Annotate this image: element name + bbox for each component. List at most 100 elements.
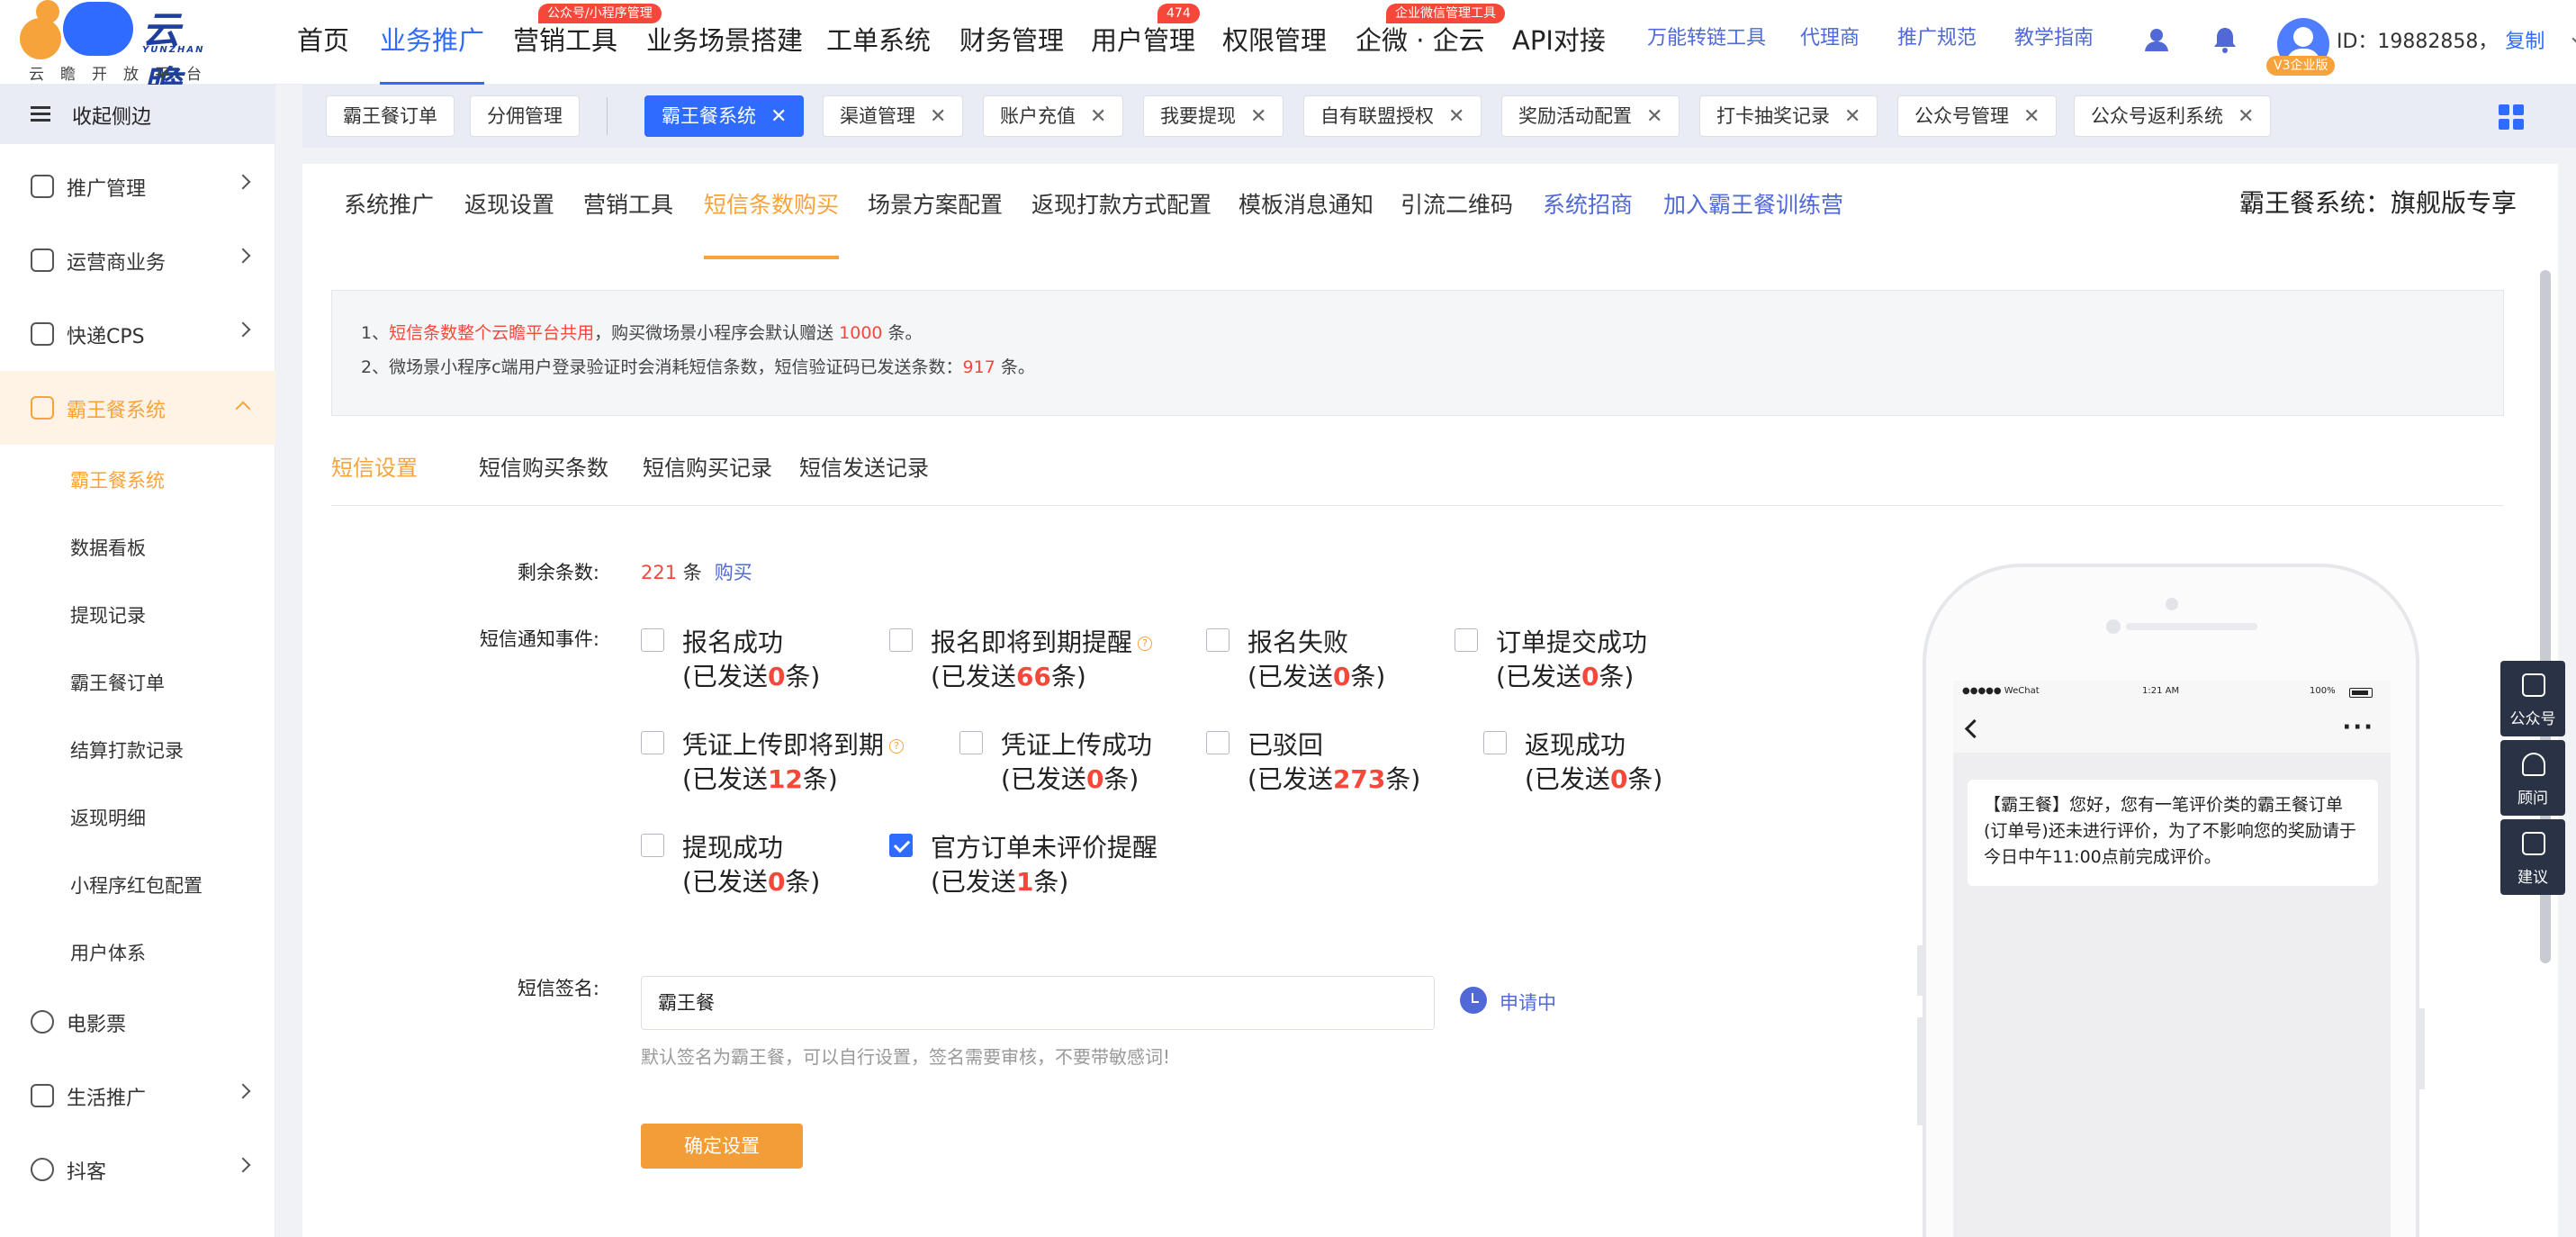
page-tab-recharge[interactable]: 账户充值 ✕ [983, 95, 1124, 137]
page-tab-reward-config[interactable]: 奖励活动配置 ✕ [1501, 95, 1680, 137]
checkbox[interactable] [641, 834, 664, 857]
checkbox[interactable] [1206, 628, 1229, 652]
close-icon[interactable]: ✕ [1646, 97, 1662, 137]
checkbox[interactable] [889, 628, 913, 652]
subnav-tutorial[interactable]: 教学指南 [2014, 0, 2094, 81]
collapse-sidebar-button[interactable]: 收起侧边 [0, 85, 275, 144]
sidebar-item-life[interactable]: 生活推广 [0, 1059, 275, 1133]
checkbox[interactable] [1455, 628, 1478, 652]
checkbox[interactable] [1206, 731, 1229, 754]
sidebar-item-express[interactable]: 快递CPS [0, 297, 275, 371]
signature-label: 短信签名: [517, 978, 599, 999]
more-dots-icon: ··· [2342, 714, 2374, 741]
close-icon[interactable]: ✕ [930, 97, 946, 137]
tab-template-message[interactable]: 模板消息通知 [1238, 187, 1374, 259]
tab-system-promotion[interactable]: 系统推广 [344, 187, 434, 259]
checkbox[interactable] [641, 731, 664, 754]
nav-scene-builder[interactable]: 业务场景搭建 [646, 0, 803, 85]
tab-cashback-settings[interactable]: 返现设置 [464, 187, 554, 259]
subnav-agent[interactable]: 代理商 [1800, 0, 1860, 81]
bell-icon[interactable] [2211, 25, 2239, 54]
signature-input[interactable]: 霸王餐 [641, 976, 1435, 1030]
tab-sms-purchase-count[interactable]: 短信购买条数 [479, 450, 608, 506]
close-icon[interactable]: ✕ [1250, 97, 1266, 137]
notice-line-2: 2、微场景小程序c端用户登录验证时会消耗短信条数，短信验证码已发送条数：917 … [361, 357, 1035, 377]
top-navbar: 云瞻 YUNZHAN 云瞻开放平台 首页 业务推广 营销工具 公众号/小程序管理… [0, 0, 2576, 107]
logo-mark-orange-small [36, 0, 59, 23]
logo[interactable]: 云瞻 YUNZHAN 云瞻开放平台 [20, 0, 218, 107]
page-tab-lottery-records[interactable]: 打卡抽奖记录 ✕ [1699, 95, 1878, 137]
consultant-button[interactable]: 顾问 [2500, 740, 2565, 816]
grid-menu-icon[interactable] [2499, 104, 2524, 130]
close-icon[interactable]: ✕ [1844, 97, 1860, 137]
sidebar-item-promotion[interactable]: 推广管理 [0, 149, 275, 223]
sidebar-sub-bawangcan-system[interactable]: 霸王餐系统 [0, 445, 275, 512]
document-icon [31, 248, 54, 272]
tab-qrcode[interactable]: 引流二维码 [1401, 187, 1513, 259]
confirm-settings-button[interactable]: 确定设置 [641, 1124, 803, 1169]
sidebar-sub-cashback-details[interactable]: 返现明细 [0, 782, 275, 850]
close-icon[interactable]: ✕ [1448, 97, 1464, 137]
nav-api[interactable]: API对接 [1512, 0, 1606, 85]
official-account-button[interactable]: 公众号 [2500, 661, 2565, 736]
buy-link[interactable]: 购买 [715, 562, 752, 583]
tab-sms-send-records[interactable]: 短信发送记录 [799, 450, 929, 506]
logo-mark-orange [20, 18, 61, 59]
suggestion-button[interactable]: 建议 [2500, 819, 2565, 895]
sidebar-item-carrier[interactable]: 运营商业务 [0, 223, 275, 297]
sidebar-item-movie[interactable]: 电影票 [0, 985, 275, 1059]
copy-id-button[interactable]: 复制 [2505, 31, 2544, 53]
sidebar-sub-redpacket-config[interactable]: 小程序红包配置 [0, 850, 275, 917]
nav-ticket-system[interactable]: 工单系统 [826, 0, 931, 85]
nav-finance[interactable]: 财务管理 [959, 0, 1064, 85]
sidebar-item-bawangcan[interactable]: 霸王餐系统 [0, 371, 275, 445]
sidebar-sub-orders[interactable]: 霸王餐订单 [0, 647, 275, 715]
logo-mark-blue [63, 2, 133, 56]
checkbox[interactable] [1483, 731, 1507, 754]
tab-scene-config[interactable]: 场景方案配置 [868, 187, 1003, 259]
page-tab-alliance-auth[interactable]: 自有联盟授权 ✕ [1303, 95, 1482, 137]
help-icon[interactable]: ? [1138, 637, 1153, 651]
help-icon[interactable]: ? [889, 739, 905, 754]
tab-training-camp[interactable]: 加入霸王餐训练营 [1663, 187, 1843, 259]
battery-icon [2349, 688, 2373, 698]
phone-screen: ●●●●● WeChat 1:21 AM 100% ··· 【霸王餐】您好，您有… [1953, 681, 2391, 1237]
nav-business-promotion[interactable]: 业务推广 [380, 0, 485, 85]
checkbox-checked[interactable] [889, 834, 913, 857]
checkbox[interactable] [959, 731, 983, 754]
page-tab-channel[interactable]: 渠道管理 ✕ [823, 95, 964, 137]
nav-permissions[interactable]: 权限管理 [1222, 0, 1327, 85]
sidebar-sub-dashboard[interactable]: 数据看板 [0, 512, 275, 580]
tab-marketing-tools[interactable]: 营销工具 [583, 187, 673, 259]
page-tab-bawangcan-system[interactable]: 霸王餐系统 ✕ [644, 95, 805, 137]
page-tab-withdraw[interactable]: 我要提现 ✕ [1143, 95, 1284, 137]
tab-recruit[interactable]: 系统招商 [1543, 187, 1633, 259]
sidebar-item-douke[interactable]: 抖客 [0, 1133, 275, 1206]
sidebar-sub-settlement[interactable]: 结算打款记录 [0, 715, 275, 782]
checkbox[interactable] [641, 628, 664, 652]
nav-wecom-badge: 企业微信管理工具 [1386, 4, 1505, 23]
close-icon[interactable]: ✕ [1090, 97, 1106, 137]
page-tab-oa-rebate[interactable]: 公众号返利系统 ✕ [2074, 95, 2272, 137]
tab-sms-purchase-records[interactable]: 短信购买记录 [643, 450, 772, 506]
tab-sms-settings[interactable]: 短信设置 [331, 450, 418, 506]
nav-home[interactable]: 首页 [297, 0, 349, 85]
customer-service-icon[interactable] [2142, 25, 2171, 54]
signature-status: 申请中 [1500, 992, 1556, 1014]
subnav-link-converter[interactable]: 万能转链工具 [1647, 0, 1766, 81]
tab-sms-purchase[interactable]: 短信条数购买 [704, 187, 840, 259]
subnav-promo-rules[interactable]: 推广规范 [1897, 0, 1977, 81]
close-icon[interactable]: ✕ [2023, 97, 2040, 137]
chevron-down-icon[interactable] [2571, 31, 2576, 47]
sidebar-sub-user-system[interactable]: 用户体系 [0, 917, 275, 985]
tab-payout-config[interactable]: 返现打款方式配置 [1031, 187, 1211, 259]
sidebar: 收起侧边 推广管理 运营商业务 快递CPS 霸王餐系统 霸王餐系统 数据看板 提… [0, 85, 275, 1237]
page-tab-commission[interactable]: 分佣管理 [470, 95, 580, 137]
sidebar-sub-withdraw-records[interactable]: 提现记录 [0, 580, 275, 647]
sms-settings-panel: 1、短信条数整个云瞻平台共用，购买微场景小程序会默认赠送 1000 条。 2、微… [302, 261, 2558, 1237]
page-tab-orders[interactable]: 霸王餐订单 [326, 95, 455, 137]
notify-events-label: 短信通知事件: [479, 628, 599, 650]
page-tab-official-account[interactable]: 公众号管理 ✕ [1897, 95, 2058, 137]
close-icon[interactable]: ✕ [770, 97, 787, 137]
close-icon[interactable]: ✕ [2238, 97, 2254, 137]
